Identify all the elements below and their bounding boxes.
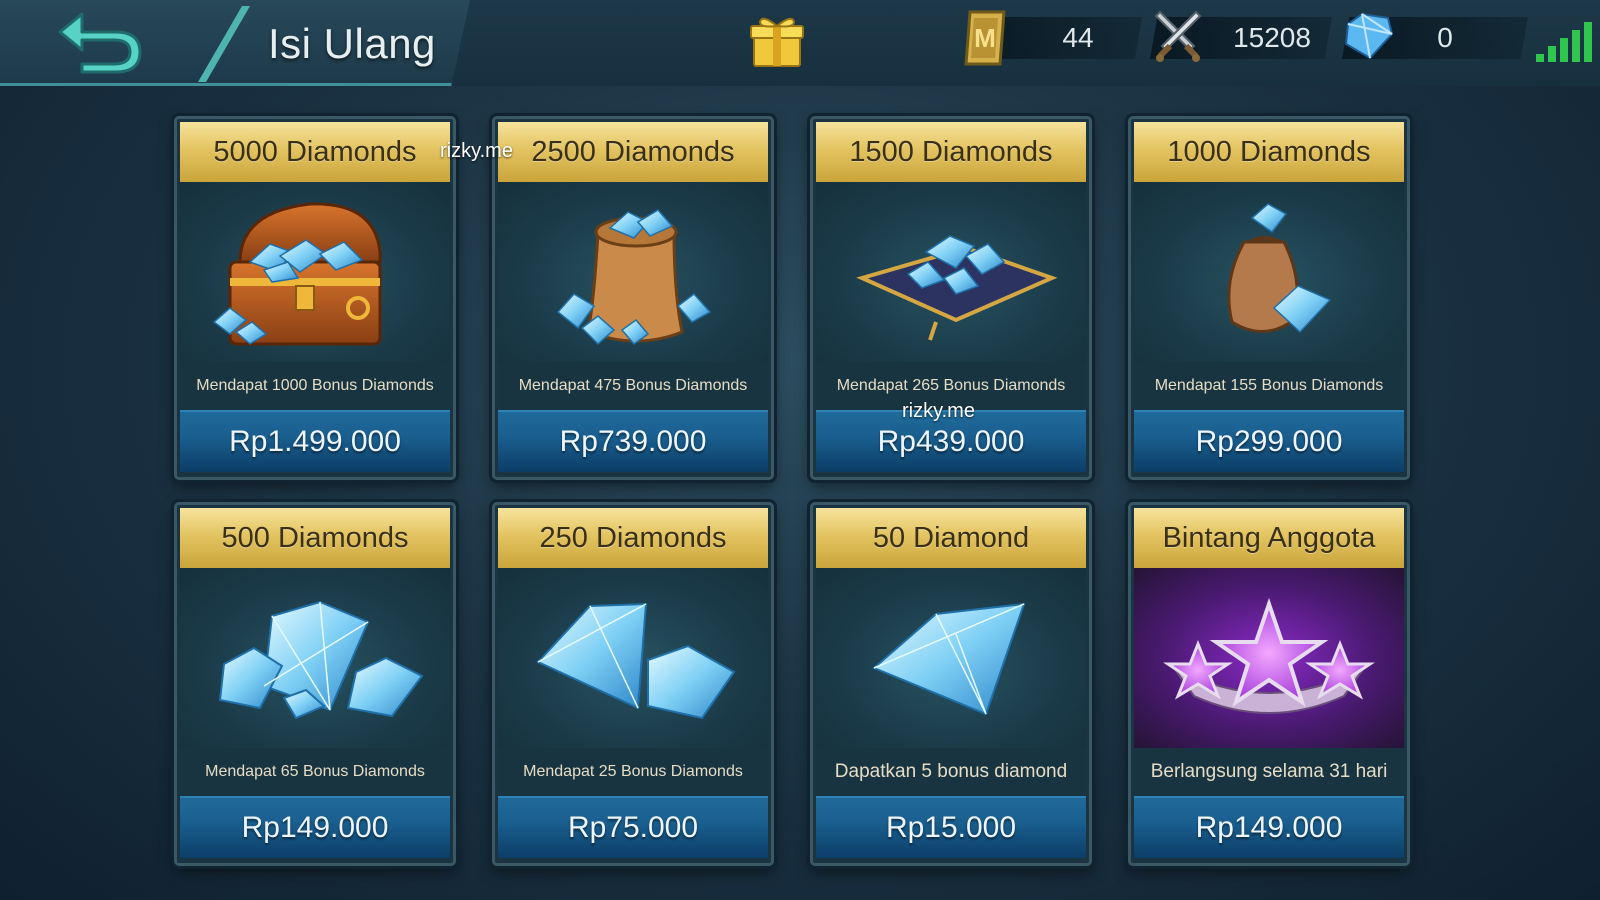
watermark: rizky.me [902, 400, 975, 422]
diamond-icon [1344, 12, 1394, 60]
product-art [498, 182, 768, 362]
product-art [1134, 568, 1404, 748]
product-bonus: Mendapat 25 Bonus Diamonds [498, 748, 768, 796]
header-divider [198, 6, 250, 82]
product-card-250[interactable]: 250 Diamonds Mendapat 25 Bonus Diamonds … [492, 502, 774, 866]
product-card-2500[interactable]: 2500 Diamonds Mendapat 475 Bonus Diamond… [492, 116, 774, 480]
single-diamond-icon [872, 602, 1026, 716]
price-button[interactable]: Rp15.000 [816, 796, 1086, 858]
product-card-1500[interactable]: 1500 Diamonds Mendapat 265 Bonus Diamond… [810, 116, 1092, 480]
medal-value: 44 [1062, 22, 1094, 53]
price-button[interactable]: Rp75.000 [498, 796, 768, 858]
product-art [498, 568, 768, 748]
product-title: 5000 Diamonds [180, 122, 450, 182]
small-pouch-icon [1227, 203, 1332, 334]
product-bonus: Mendapat 475 Bonus Diamonds [498, 362, 768, 410]
crossed-swords-icon [1154, 10, 1202, 62]
product-card-50[interactable]: 50 Diamond Dapatkan 5 bonus diamond Rp15… [810, 502, 1092, 866]
top-bar: Isi Ulang M 44 15208 0 [0, 0, 1600, 86]
product-title: 1000 Diamonds [1134, 122, 1404, 182]
product-title: 1500 Diamonds [816, 122, 1086, 182]
product-bonus: Berlangsung selama 31 hari [1134, 748, 1404, 796]
price-button[interactable]: Rp1.499.000 [180, 410, 450, 472]
product-art [180, 568, 450, 748]
price-button[interactable]: Rp149.000 [1134, 796, 1404, 858]
m-medal-icon: M [964, 10, 1006, 66]
starlight-stars-icon [1163, 597, 1375, 714]
diamond-sack-icon [556, 209, 712, 346]
signal-strength-icon [1536, 22, 1592, 62]
back-arrow-icon [58, 12, 142, 74]
gift-box-icon [750, 17, 804, 67]
product-title: 500 Diamonds [180, 508, 450, 568]
back-button[interactable] [52, 8, 148, 76]
price-button[interactable]: Rp739.000 [498, 410, 768, 472]
diamond-cushion-icon [856, 235, 1058, 341]
svg-text:M: M [974, 23, 996, 53]
product-card-5000[interactable]: 5000 Diamonds Mendapat 1000 Bonus Diamon… [174, 116, 456, 480]
product-title: 2500 Diamonds [498, 122, 768, 182]
product-title: Bintang Anggota [1134, 508, 1404, 568]
product-art [180, 182, 450, 362]
battle-points-value: 15208 [1233, 22, 1311, 53]
diamond-value: 0 [1437, 22, 1453, 53]
product-art [1134, 182, 1404, 362]
treasure-chest-icon [212, 202, 382, 346]
product-bonus: Dapatkan 5 bonus diamond [816, 748, 1086, 796]
gift-button[interactable] [748, 12, 806, 70]
two-diamonds-icon [536, 602, 736, 720]
product-bonus: Mendapat 1000 Bonus Diamonds [180, 362, 450, 410]
watermark: rizky.me [440, 140, 513, 162]
price-button[interactable]: Rp299.000 [1134, 410, 1404, 472]
product-art [816, 182, 1086, 362]
product-card-starlight[interactable]: Bintang Anggota Berlangsung selama 31 ha… [1128, 502, 1410, 866]
product-bonus: Mendapat 65 Bonus Diamonds [180, 748, 450, 796]
product-card-500[interactable]: 500 Diamonds Mendapat 65 Bonus Diamonds … [174, 502, 456, 866]
product-art [816, 568, 1086, 748]
page-title: Isi Ulang [268, 20, 436, 67]
diamond-cluster-icon [218, 600, 424, 720]
product-title: 50 Diamond [816, 508, 1086, 568]
price-button[interactable]: Rp149.000 [180, 796, 450, 858]
product-title: 250 Diamonds [498, 508, 768, 568]
product-card-1000[interactable]: 1000 Diamonds Mendapat 155 Bonus Diamond… [1128, 116, 1410, 480]
product-bonus: Mendapat 155 Bonus Diamonds [1134, 362, 1404, 410]
